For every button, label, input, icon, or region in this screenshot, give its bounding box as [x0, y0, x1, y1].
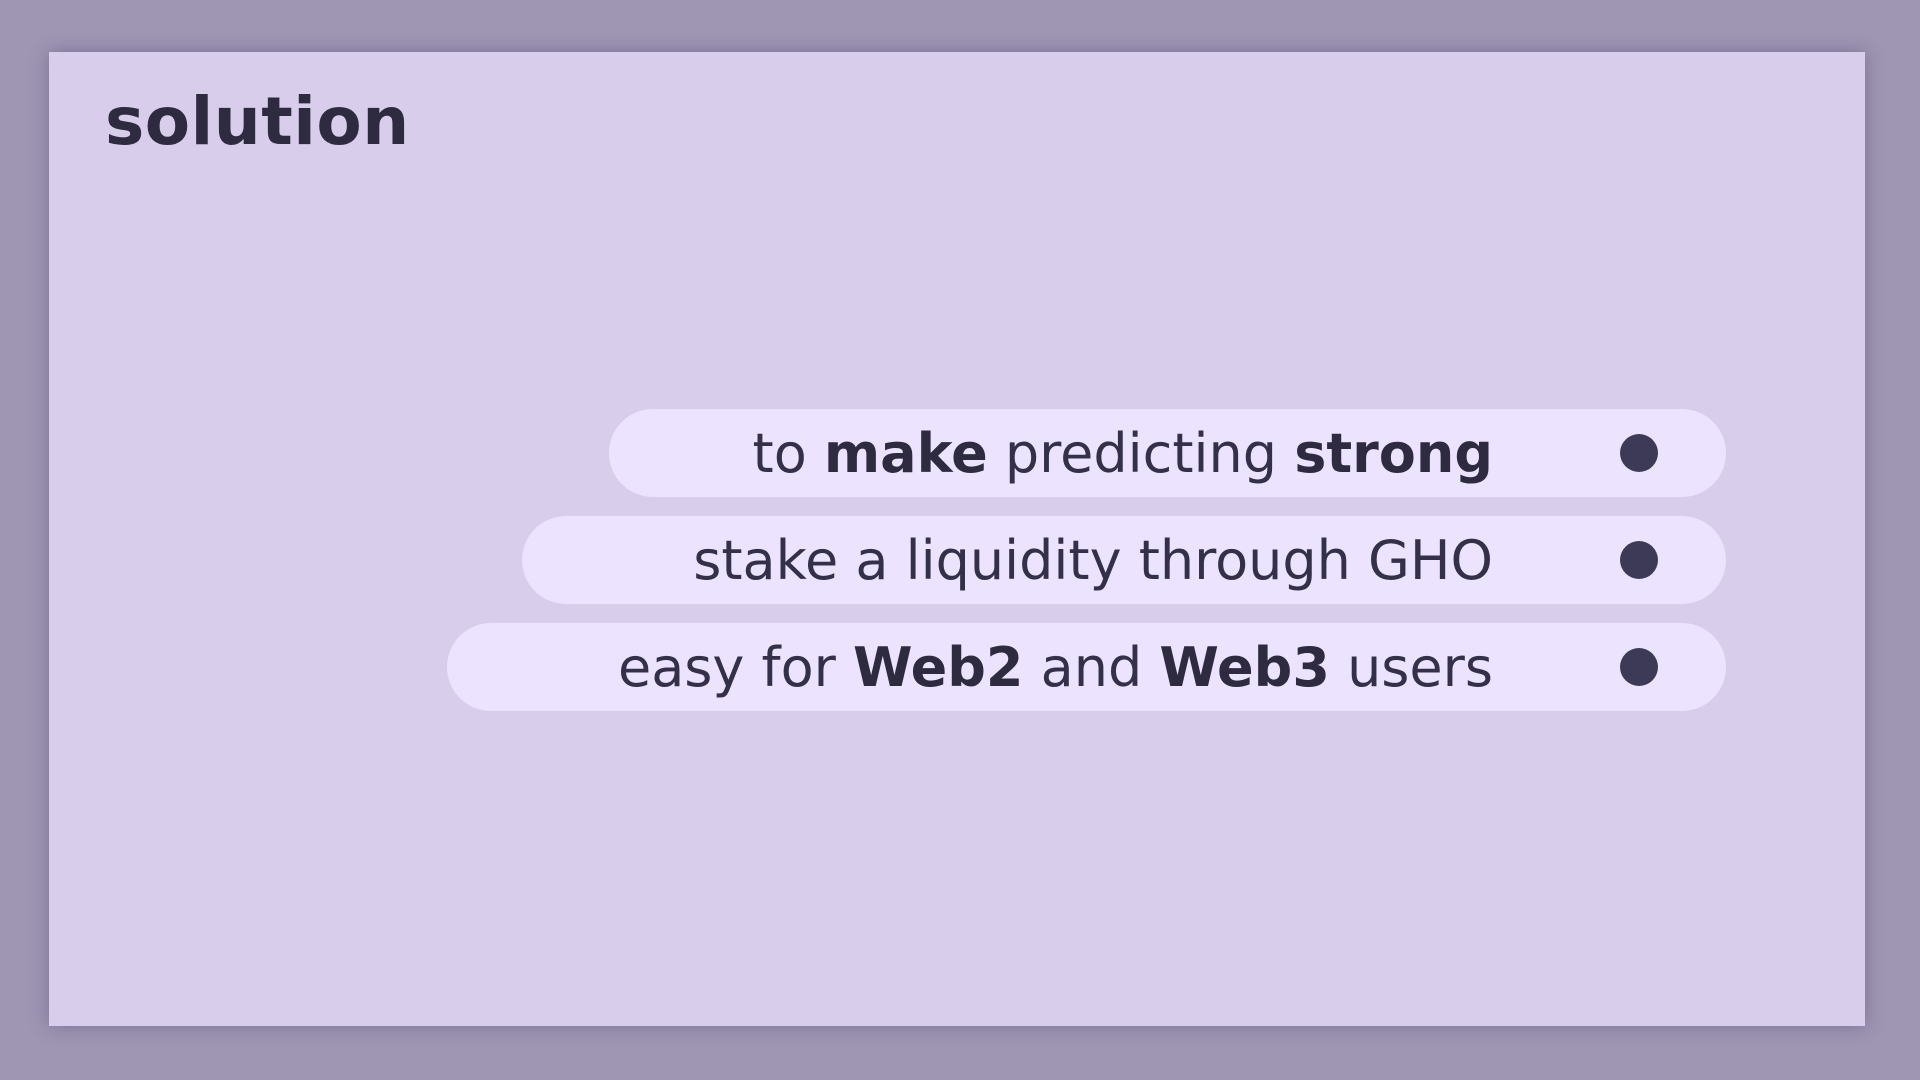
bullet-icon	[1620, 434, 1658, 472]
list-item-text: easy for Web2 and Web3 users	[618, 636, 1493, 699]
text-segment: easy for	[617, 635, 853, 699]
text-segment-bold: strong	[1294, 421, 1493, 485]
list-item-text: to make predicting strong	[753, 422, 1493, 485]
text-segment: stake a liquidity through GHO	[693, 528, 1493, 592]
text-segment-bold: make	[823, 421, 988, 485]
list-item-text: stake a liquidity through GHO	[693, 529, 1493, 592]
text-segment: users	[1329, 635, 1493, 699]
bullet-icon	[1620, 648, 1658, 686]
text-segment: to	[752, 421, 824, 485]
text-segment: and	[1023, 635, 1160, 699]
bullet-icon	[1620, 541, 1658, 579]
text-segment-bold: Web3	[1159, 635, 1330, 699]
text-segment-bold: Web2	[852, 635, 1024, 699]
slide-title: solution	[105, 83, 410, 160]
slide: solution to make predicting strong stake…	[49, 52, 1865, 1026]
list-item: stake a liquidity through GHO	[522, 516, 1726, 604]
text-segment: predicting	[987, 421, 1295, 485]
list-item: easy for Web2 and Web3 users	[447, 623, 1726, 711]
list-item: to make predicting strong	[609, 409, 1726, 497]
